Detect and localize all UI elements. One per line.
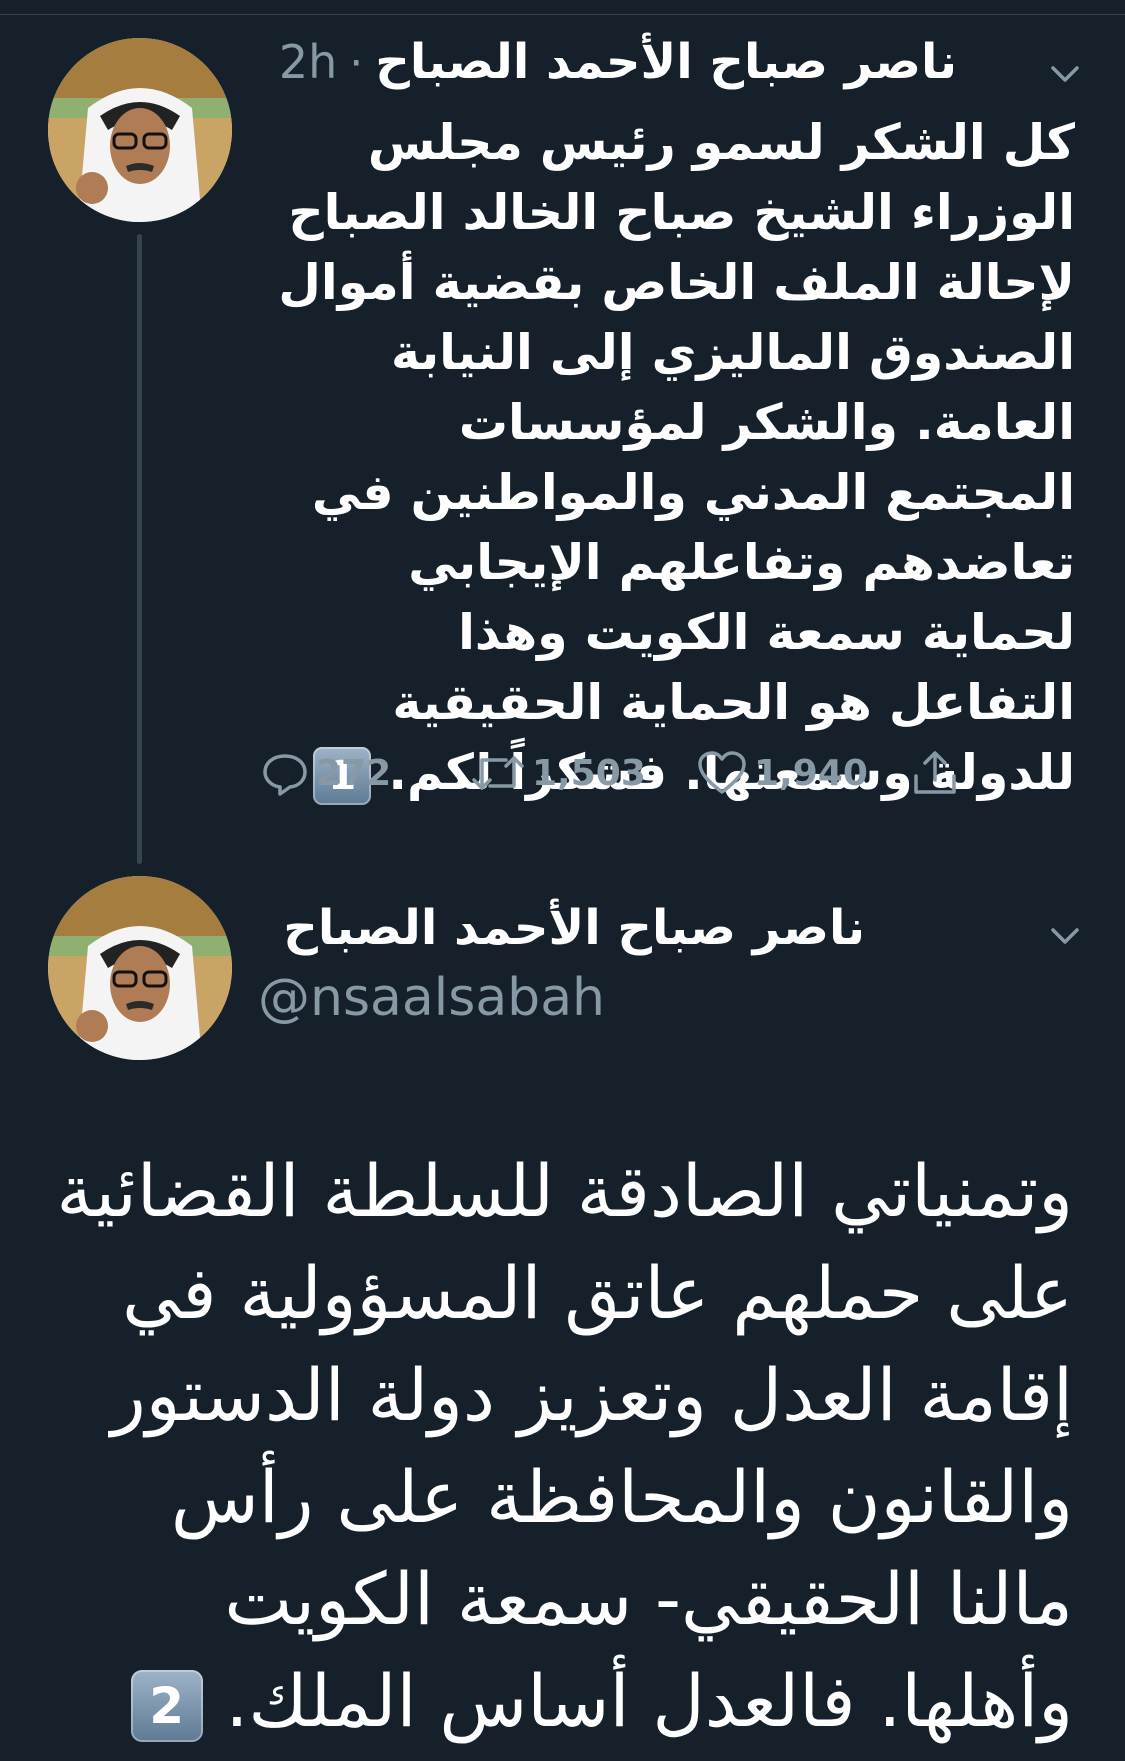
author-handle[interactable]: @nsaalsabah: [258, 968, 605, 1028]
chevron-down-icon[interactable]: [1043, 52, 1087, 96]
reply-button[interactable]: 272: [260, 748, 391, 798]
top-divider: [0, 0, 1125, 15]
author-avatar[interactable]: [48, 876, 232, 1060]
author-name[interactable]: ناصر صباح الأحمد الصباح: [283, 900, 865, 956]
keycap-number-badge: 2: [130, 1670, 203, 1743]
tweet-body: كل الشكر لسمو رئيس مجلس الوزراء الشيخ صب…: [278, 114, 1075, 801]
author-name[interactable]: ناصر صباح الأحمد الصباح: [375, 34, 957, 90]
thread-connector-line: [137, 234, 142, 864]
like-count: 1,940: [754, 752, 868, 794]
reply-count: 272: [316, 752, 392, 794]
tweet-action-bar: 272 1,503 1,940: [260, 748, 960, 808]
chevron-down-icon[interactable]: [1043, 914, 1087, 958]
share-button[interactable]: [910, 748, 966, 798]
tweet-header: ناصر صباح الأحمد الصباح: [283, 900, 865, 956]
retweet-count: 1,503: [532, 752, 646, 794]
retweet-button[interactable]: 1,503: [470, 748, 646, 798]
speech-bubble-icon: [263, 754, 307, 796]
share-upload-icon: [914, 751, 956, 794]
tweet-body: وتمنياتي الصادقة للسلطة القضائية على حمل…: [56, 1149, 1073, 1743]
tweet-header: ناصر صباح الأحمد الصباح · 2h: [279, 34, 957, 90]
heart-icon: [698, 751, 746, 794]
like-button[interactable]: 1,940: [696, 748, 868, 798]
header-separator: ·: [349, 38, 364, 89]
author-avatar[interactable]: [48, 38, 232, 222]
tweet-timestamp[interactable]: 2h: [279, 35, 337, 89]
retweet-arrows-icon: [472, 756, 524, 790]
tweet-text: وتمنياتي الصادقة للسلطة القضائية على حمل…: [53, 1140, 1073, 1752]
tweet-text: كل الشكر لسمو رئيس مجلس الوزراء الشيخ صب…: [265, 108, 1075, 808]
